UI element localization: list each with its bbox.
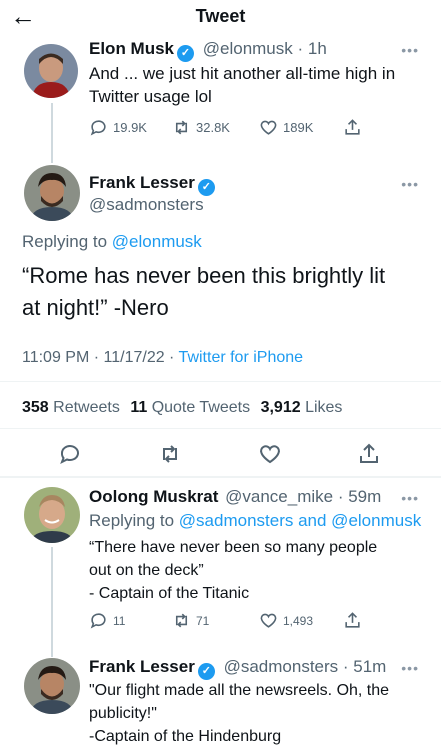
author-handle[interactable]: @vance_mike	[225, 487, 333, 506]
share-icon	[345, 612, 360, 628]
tweet-text-line: And ... we just hit another all-time hig…	[89, 64, 396, 83]
tweet-text-line: Twitter usage lol	[89, 87, 212, 106]
replying-to: Replying to @elonmusk	[22, 231, 202, 253]
author-name[interactable]: Frank Lesser	[89, 657, 195, 676]
reply-count: 19.9K	[113, 120, 147, 135]
heart-icon	[260, 613, 277, 628]
divider	[0, 381, 441, 382]
reply-button[interactable]	[58, 442, 82, 466]
reply-icon	[90, 613, 106, 629]
quotes-stat[interactable]: 11 Quote Tweets	[130, 399, 250, 416]
tweet-source-link[interactable]: Twitter for iPhone	[179, 349, 304, 366]
verified-badge-icon: ✓	[177, 45, 195, 62]
share-icon	[345, 119, 360, 135]
tweet-text-line: at night!” -Nero	[22, 295, 169, 320]
like-count: 1,493	[283, 613, 314, 628]
like-button[interactable]: 189K	[259, 118, 313, 137]
retweet-button[interactable]	[158, 442, 182, 466]
author-handle[interactable]: @sadmonsters	[89, 194, 204, 216]
more-icon[interactable]: •••	[401, 660, 419, 676]
reply-button[interactable]: 19.9K	[89, 118, 147, 137]
retweet-button[interactable]: 32.8K	[172, 118, 230, 137]
tweet-text-line: “There have never been so many people	[89, 539, 378, 556]
author-name[interactable]: Elon Musk	[89, 39, 174, 58]
reply-mention-link[interactable]: @sadmonsters and @elonmusk	[179, 511, 421, 530]
avatar[interactable]	[24, 487, 80, 543]
replying-label: Replying to	[22, 232, 108, 251]
more-icon[interactable]: •••	[401, 176, 419, 192]
like-button[interactable]	[258, 442, 282, 466]
tweet-datetime: 11:09 PM · 11/17/22 ·	[22, 349, 175, 366]
timestamp: · 59m	[337, 487, 382, 506]
verified-badge-icon: ✓	[197, 663, 215, 680]
divider	[0, 428, 441, 429]
retweet-icon	[175, 120, 188, 135]
retweet-button[interactable]: 71	[172, 611, 209, 630]
thread-line	[51, 547, 53, 657]
author-handle[interactable]: @elonmusk	[203, 39, 293, 58]
reply-button[interactable]: 11	[89, 611, 125, 630]
author-name[interactable]: Frank Lesser	[89, 173, 195, 192]
heart-icon	[260, 120, 277, 135]
divider	[0, 476, 441, 478]
author-row: Frank Lesser ✓ @sadmonsters · 51m	[89, 656, 386, 680]
heart-icon	[260, 445, 280, 464]
retweet-icon	[175, 613, 188, 628]
retweets-stat[interactable]: 358 Retweets	[22, 399, 120, 416]
avatar[interactable]	[24, 658, 80, 714]
like-count: 189K	[283, 120, 314, 135]
avatar[interactable]	[24, 165, 80, 221]
likes-stat[interactable]: 3,912 Likes	[261, 399, 343, 416]
tweet-text-line: "Our flight made all the newsreels. Oh, …	[89, 682, 390, 699]
replying-label: Replying to	[89, 511, 175, 530]
author-handle[interactable]: @sadmonsters	[224, 657, 339, 676]
tweet-text-line: - Captain of the Titanic	[89, 585, 250, 602]
author-row: Oolong Muskrat @vance_mike · 59m	[89, 486, 381, 508]
retweet-count: 71	[196, 613, 210, 628]
thread-line	[51, 103, 53, 163]
more-icon[interactable]: •••	[401, 490, 419, 506]
share-button[interactable]	[343, 118, 362, 137]
engagement-stats: 358 Retweets 11 Quote Tweets 3,912 Likes	[22, 397, 342, 419]
retweet-icon	[163, 445, 177, 463]
tweet-text-line: publicity!"	[89, 705, 157, 722]
tweet-text-line: “Rome has never been this brightly lit	[22, 263, 386, 288]
retweet-count: 32.8K	[196, 120, 230, 135]
tweet-text-line: out on the deck”	[89, 562, 204, 579]
top-bar: ← Tweet	[0, 0, 441, 34]
timestamp: · 51m	[342, 657, 387, 676]
reply-icon	[60, 445, 79, 465]
share-button[interactable]	[343, 611, 362, 630]
replying-to: Replying to @sadmonsters and @elonmusk	[89, 510, 421, 532]
avatar[interactable]	[24, 44, 78, 98]
share-icon	[360, 443, 378, 463]
author-row: Frank Lesser ✓	[89, 172, 215, 196]
tweet-text-line: -Captain of the Hindenburg	[89, 728, 282, 745]
like-button[interactable]: 1,493	[259, 611, 313, 630]
author-name[interactable]: Oolong Muskrat	[89, 487, 218, 506]
reply-mention-link[interactable]: @elonmusk	[112, 232, 202, 251]
more-icon[interactable]: •••	[401, 42, 419, 58]
page-title: Tweet	[195, 6, 246, 26]
tweet-meta: 11:09 PM · 11/17/22 · Twitter for iPhone	[22, 347, 303, 369]
share-button[interactable]	[357, 442, 381, 466]
reply-count: 11	[113, 613, 126, 628]
timestamp: · 1h	[297, 39, 327, 58]
author-row: Elon Musk ✓ @elonmusk · 1h	[89, 38, 327, 62]
reply-icon	[90, 120, 106, 136]
